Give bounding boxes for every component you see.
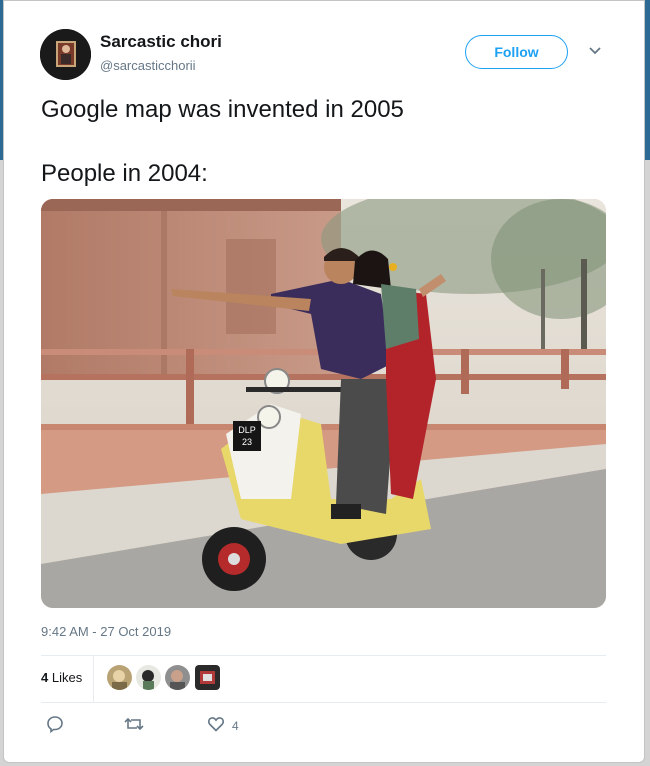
display-name[interactable]: Sarcastic chori xyxy=(100,32,222,52)
retweet-icon[interactable] xyxy=(124,715,144,733)
tweet-text-line2: People in 2004: xyxy=(41,160,208,187)
liker-avatar-2-image xyxy=(136,665,161,690)
tweet-timestamp[interactable]: 9:42 AM - 27 Oct 2019 xyxy=(41,624,171,639)
tweet-text-line1: Google map was invented in 2005 xyxy=(41,96,404,123)
avatar-image xyxy=(40,29,91,80)
likes-summary[interactable]: 4 Likes xyxy=(41,670,82,685)
user-handle[interactable]: @sarcasticchorii xyxy=(100,58,196,73)
likes-label: Likes xyxy=(51,670,83,685)
liker-avatar-4[interactable] xyxy=(195,665,220,690)
divider-bottom xyxy=(41,702,606,703)
liker-avatar-3[interactable] xyxy=(165,665,190,690)
liker-avatar-3-image xyxy=(165,665,190,690)
chevron-down-icon[interactable] xyxy=(588,44,602,58)
liker-avatar-1-image xyxy=(107,665,132,690)
tweet-image[interactable]: DLP 23 xyxy=(41,199,606,608)
heart-icon[interactable] xyxy=(207,715,225,733)
plate-line1: DLP xyxy=(238,425,256,435)
follow-button[interactable]: Follow xyxy=(465,35,568,69)
liker-avatar-4-image xyxy=(195,665,220,690)
reply-icon[interactable] xyxy=(46,715,64,733)
plate-line2: 23 xyxy=(242,437,252,447)
avatar[interactable] xyxy=(40,29,91,80)
like-action-count: 4 xyxy=(232,719,239,733)
liker-avatar-1[interactable] xyxy=(107,665,132,690)
divider-top xyxy=(41,655,606,656)
liker-avatar-2[interactable] xyxy=(136,665,161,690)
scooter-photo: DLP 23 xyxy=(41,199,606,608)
likes-separator xyxy=(93,656,94,702)
likes-count: 4 xyxy=(41,670,49,685)
